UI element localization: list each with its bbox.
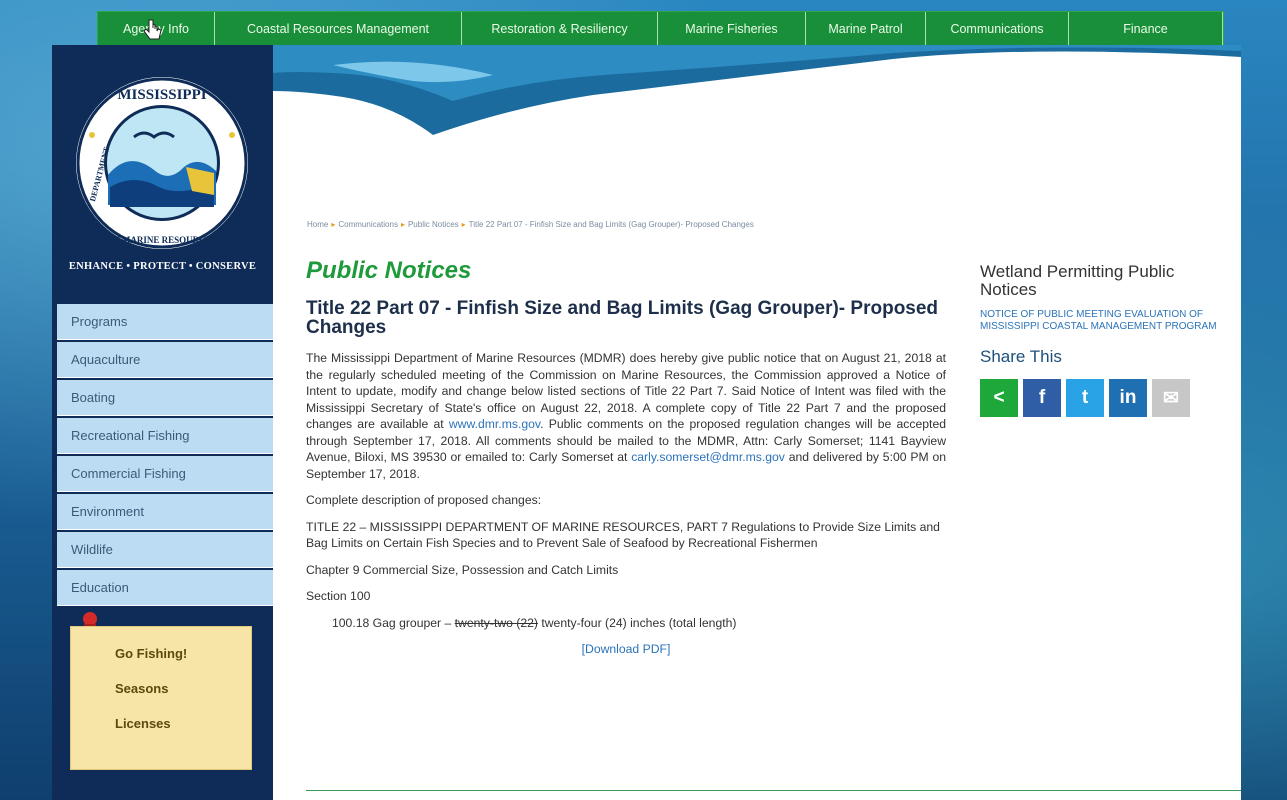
public-meeting-link[interactable]: NOTICE OF PUBLIC MEETING EVALUATION OF M…	[980, 309, 1220, 333]
breadcrumb-item[interactable]: Home	[307, 220, 328, 229]
nav-tab-marine-patrol[interactable]: Marine Patrol	[806, 12, 926, 46]
share-icon: <	[993, 387, 1005, 408]
wave-banner	[273, 45, 1241, 135]
email-link[interactable]: carly.somerset@dmr.ms.gov	[631, 450, 785, 464]
sidebar-item-recreational-fishing[interactable]: Recreational Fishing	[57, 418, 273, 454]
page-title: Public Notices	[306, 257, 472, 284]
share-share-button[interactable]: <	[980, 379, 1018, 417]
breadcrumb-separator-icon: ▸	[331, 220, 336, 229]
linkedin-share-button[interactable]: in	[1109, 379, 1147, 417]
facebook-share-button[interactable]: f	[1023, 379, 1061, 417]
email-icon: ✉	[1163, 387, 1179, 409]
title-description: TITLE 22 – MISSISSIPPI DEPARTMENT OF MAR…	[306, 519, 940, 551]
dmr-website-link[interactable]: www.dmr.ms.gov	[449, 417, 540, 431]
notice-paragraph: The Mississippi Department of Marine Res…	[306, 350, 946, 482]
seasons-link[interactable]: Seasons	[115, 681, 251, 696]
notice-content: The Mississippi Department of Marine Res…	[306, 350, 946, 668]
rule-text-a: 100.18 Gag grouper –	[332, 615, 455, 630]
notice-title: Title 22 Part 07 - Finfish Size and Bag …	[306, 298, 939, 338]
breadcrumb-item[interactable]: Public Notices	[408, 220, 459, 229]
sidebar-item-programs[interactable]: Programs	[57, 304, 273, 340]
logo-text-top: MISSISSIPPI	[117, 87, 206, 103]
share-heading: Share This	[980, 347, 1062, 366]
nav-tab-finance[interactable]: Finance	[1069, 12, 1223, 46]
section-line: Section 100	[306, 589, 371, 603]
rule-struck-text: twenty-two (22)	[454, 615, 538, 630]
breadcrumb-item[interactable]: Communications	[338, 220, 398, 229]
licenses-link[interactable]: Licenses	[115, 716, 251, 731]
description-intro: Complete description of proposed changes…	[306, 493, 542, 507]
go-fishing-link[interactable]: Go Fishing!	[115, 646, 251, 661]
download-pdf-link[interactable]: [Download PDF]	[582, 642, 671, 656]
twitter-share-button[interactable]: t	[1066, 379, 1104, 417]
nav-tab-restoration-resiliency[interactable]: Restoration & Resiliency	[462, 12, 658, 46]
breadcrumb-separator-icon: ▸	[400, 220, 405, 229]
nav-tab-coastal-resources-management[interactable]: Coastal Resources Management	[215, 12, 462, 46]
sidebar-item-commercial-fishing[interactable]: Commercial Fishing	[57, 456, 273, 492]
page-body: MISSISSIPPI DEPARTMENT OF MARINE RESOURC…	[52, 45, 1241, 800]
sidebar: MISSISSIPPI DEPARTMENT OF MARINE RESOURC…	[52, 45, 273, 800]
mdmr-seal-logo: MISSISSIPPI DEPARTMENT OF MARINE RESOURC…	[76, 77, 248, 249]
top-navigation: Agency Info Coastal Resources Management R…	[97, 11, 1224, 47]
sticky-note: Go Fishing! Seasons Licenses	[70, 626, 252, 770]
rule-text-b: twenty-four (24) inches (total length)	[537, 615, 737, 630]
share-buttons: < f t in ✉	[980, 379, 1220, 417]
hand-cursor-icon	[143, 19, 162, 40]
sidebar-item-education[interactable]: Education	[57, 570, 273, 606]
nav-tab-communications[interactable]: Communications	[926, 12, 1069, 46]
right-sidebar: Wetland Permitting Public Notices NOTICE…	[980, 263, 1220, 417]
nav-tab-marine-fisheries[interactable]: Marine Fisheries	[658, 12, 806, 46]
divider	[306, 790, 1241, 791]
breadcrumb: Home ▸ Communications ▸ Public Notices ▸ Title…	[307, 220, 754, 229]
breadcrumb-separator-icon: ▸	[461, 220, 466, 229]
download-pdf-wrapper: [Download PDF]	[306, 641, 946, 658]
side-menu: Programs Aquaculture Boating Recreational F…	[57, 304, 273, 608]
logo-text-right: OF MARINE RESOURCES	[107, 235, 216, 245]
wetland-heading: Wetland Permitting Public Notices	[980, 262, 1175, 299]
chapter-line: Chapter 9 Commercial Size, Possession an…	[306, 562, 619, 577]
sidebar-item-aquaculture[interactable]: Aquaculture	[57, 342, 273, 378]
rule-line: 100.18 Gag grouper – twenty-two (22) twe…	[332, 615, 946, 632]
sidebar-item-wildlife[interactable]: Wildlife	[57, 532, 273, 568]
email-share-button[interactable]: ✉	[1152, 379, 1190, 417]
facebook-icon: f	[1038, 387, 1046, 408]
twitter-icon: t	[1081, 387, 1089, 408]
linkedin-icon: in	[1119, 387, 1137, 408]
breadcrumb-item: Title 22 Part 07 - Finfish Size and Bag …	[468, 220, 754, 229]
tagline: ENHANCE • PROTECT • CONSERVE	[68, 261, 257, 272]
sidebar-item-environment[interactable]: Environment	[57, 494, 273, 530]
sidebar-item-boating[interactable]: Boating	[57, 380, 273, 416]
